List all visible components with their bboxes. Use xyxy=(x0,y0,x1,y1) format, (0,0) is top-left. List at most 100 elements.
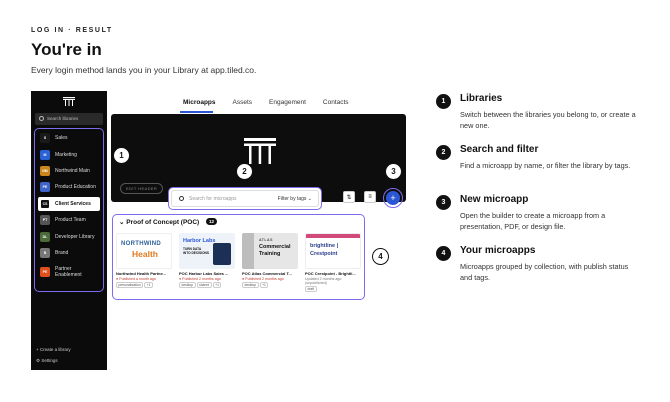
callout-1: 1 xyxy=(113,147,130,164)
sidebar-item-northwind-main[interactable]: NM Northwind Main xyxy=(38,164,100,178)
tag-chip[interactable]: +1 xyxy=(144,282,153,288)
collection-count-badge: 12 xyxy=(206,218,218,225)
step-description: Switch between the libraries you belong … xyxy=(460,110,636,130)
sidebar-item-label: Northwind Main xyxy=(55,167,90,174)
library-badge: PT xyxy=(40,215,50,226)
sidebar-item-label: Client Services xyxy=(55,200,91,207)
card-name: POC Atlas Commercial T... xyxy=(242,271,292,276)
sort-icon: ⇅ xyxy=(346,194,352,201)
card-thumbnail: brightline | Crestpoint xyxy=(305,233,361,269)
sidebar-item-product-team[interactable]: PT Product Team xyxy=(38,213,100,227)
sidebar-item-label: Developer Library xyxy=(55,233,95,240)
microapp-card[interactable]: Harbor Labs TURN DATA INTO DECISIONS POC… xyxy=(179,233,235,288)
microapp-card[interactable]: ATLAS Commercial Training POC Atlas Comm… xyxy=(242,233,298,288)
sidebar-item-label: Sales xyxy=(55,135,68,142)
card-thumbnail: NORTHWIND Health xyxy=(116,233,172,269)
callout-3: 3 xyxy=(385,163,402,180)
sidebar-item-label: Brand xyxy=(55,249,69,256)
search-icon xyxy=(39,116,44,121)
edit-header-button[interactable]: EDIT HEADER xyxy=(120,183,164,194)
new-microapp-button[interactable]: + xyxy=(383,188,403,208)
collection-section: ⌄ Proof of Concept (POC) 12 NORTHWIND He… xyxy=(112,214,365,300)
card-name: POC Harbor Labs Sales ... xyxy=(179,271,229,276)
sidebar-item-sales[interactable]: S Sales xyxy=(38,131,100,145)
chevron-down-icon: ⌄ xyxy=(119,219,125,226)
card-thumbnail: ATLAS Commercial Training xyxy=(242,233,298,269)
card-name: POC Crestpoint - Brightli... xyxy=(305,271,356,276)
page-title: You're in xyxy=(31,40,102,59)
library-list: S Sales M Marketing NM Northwind Main PE Produc… xyxy=(34,128,104,292)
library-badge: DL xyxy=(40,231,50,242)
sidebar-item-developer-library[interactable]: DL Developer Library xyxy=(38,229,100,243)
card-thumbnail: Harbor Labs TURN DATA INTO DECISIONS xyxy=(179,233,235,269)
sidebar-item-label: Partner Enablement xyxy=(55,266,82,279)
step-title: Libraries xyxy=(460,93,503,104)
tab-assets[interactable]: Assets xyxy=(233,99,253,106)
callout-4: 4 xyxy=(372,248,389,265)
page-subtitle: Every login method lands you in your Lib… xyxy=(31,65,257,75)
main-tabs: Microapps Assets Engagement Contacts xyxy=(183,99,366,106)
sidebar-item-client-services[interactable]: CS Client Services xyxy=(38,196,100,211)
library-badge: NM xyxy=(40,165,50,176)
step-description: Find a microapp by name, or filter the l… xyxy=(460,161,631,170)
card-status: Updated 2 months ago (unpublished) xyxy=(305,277,342,285)
active-tab-indicator xyxy=(180,111,213,113)
tab-engagement[interactable]: Engagement xyxy=(269,99,306,106)
tab-contacts[interactable]: Contacts xyxy=(323,99,349,106)
tag-chip[interactable]: personalization xyxy=(116,282,144,288)
eyebrow: LOG IN · RESULT xyxy=(31,27,113,34)
step-description: Microapps grouped by collection, with pu… xyxy=(460,262,629,282)
gear-icon: ⚙ xyxy=(36,358,41,363)
step-number: 3 xyxy=(436,195,451,210)
step-number: 2 xyxy=(436,145,451,160)
step-number: 4 xyxy=(436,246,451,261)
sidebar-item-partner-enablement[interactable]: PE Partner Enablement xyxy=(38,262,100,282)
sidebar-item-label: Marketing xyxy=(55,151,77,158)
library-badge: CS xyxy=(40,198,50,209)
card-name: Northwind Health Partne... xyxy=(116,271,167,276)
library-search-input[interactable]: Search libraries xyxy=(35,113,103,125)
tag-chip[interactable]: +1 xyxy=(212,282,222,288)
library-badge: PE xyxy=(40,267,50,278)
filter-by-tags-dropdown[interactable]: Filter by tags ⌄ xyxy=(278,196,312,202)
step-number: 1 xyxy=(436,94,451,109)
library-badge: M xyxy=(40,149,50,160)
tiled-logo-icon xyxy=(244,138,276,164)
create-library-link[interactable]: + Create a library xyxy=(36,347,71,352)
settings-link[interactable]: ⚙ Settings xyxy=(36,358,58,364)
tiled-logo-icon xyxy=(63,97,75,106)
library-sidebar: Search libraries S Sales M Marketing NM North… xyxy=(31,91,107,370)
step-title: New microapp xyxy=(460,194,529,205)
tag-chip[interactable]: desktop xyxy=(242,282,259,288)
card-status: ● Published a month ago xyxy=(116,277,156,281)
tag-chip[interactable]: desktop xyxy=(179,282,196,288)
microapp-card[interactable]: NORTHWIND Health Northwind Health Partne… xyxy=(116,233,172,288)
collection-title[interactable]: ⌄ Proof of Concept (POC) xyxy=(119,218,199,226)
tag-chip[interactable]: draft xyxy=(305,286,317,292)
step-title: Search and filter xyxy=(460,144,539,155)
card-status: ● Published 2 months ago xyxy=(179,277,221,281)
microapp-search-input[interactable]: Search for microapps xyxy=(189,196,237,202)
sidebar-item-brand[interactable]: B Brand xyxy=(38,246,100,260)
step-title: Your microapps xyxy=(460,245,536,256)
search-icon xyxy=(179,196,184,201)
tag-chip[interactable]: shared xyxy=(196,282,212,288)
card-status: ● Published 2 months ago xyxy=(242,277,284,281)
library-badge: S xyxy=(40,133,50,144)
library-badge: B xyxy=(40,247,50,258)
sidebar-item-product-education[interactable]: PE Product Education xyxy=(38,180,100,194)
library-badge: PE xyxy=(40,182,50,193)
tag-chip[interactable]: +1 xyxy=(259,282,269,288)
tab-microapps[interactable]: Microapps xyxy=(183,99,216,106)
plus-icon: + xyxy=(390,193,396,203)
sort-button[interactable]: ⇅ xyxy=(343,191,355,203)
sidebar-item-label: Product Education xyxy=(55,184,96,191)
sidebar-item-label: Product Team xyxy=(55,217,86,224)
microapp-search-bar: Search for microapps Filter by tags ⌄ xyxy=(168,187,322,210)
microapp-card[interactable]: brightline | Crestpoint POC Crestpoint -… xyxy=(305,233,361,292)
callout-2: 2 xyxy=(236,163,253,180)
sidebar-item-marketing[interactable]: M Marketing xyxy=(38,147,100,161)
view-toggle-button[interactable]: ≡ xyxy=(364,191,376,203)
list-icon: ≡ xyxy=(368,194,372,200)
step-description: Open the builder to create a microapp fr… xyxy=(460,211,606,231)
